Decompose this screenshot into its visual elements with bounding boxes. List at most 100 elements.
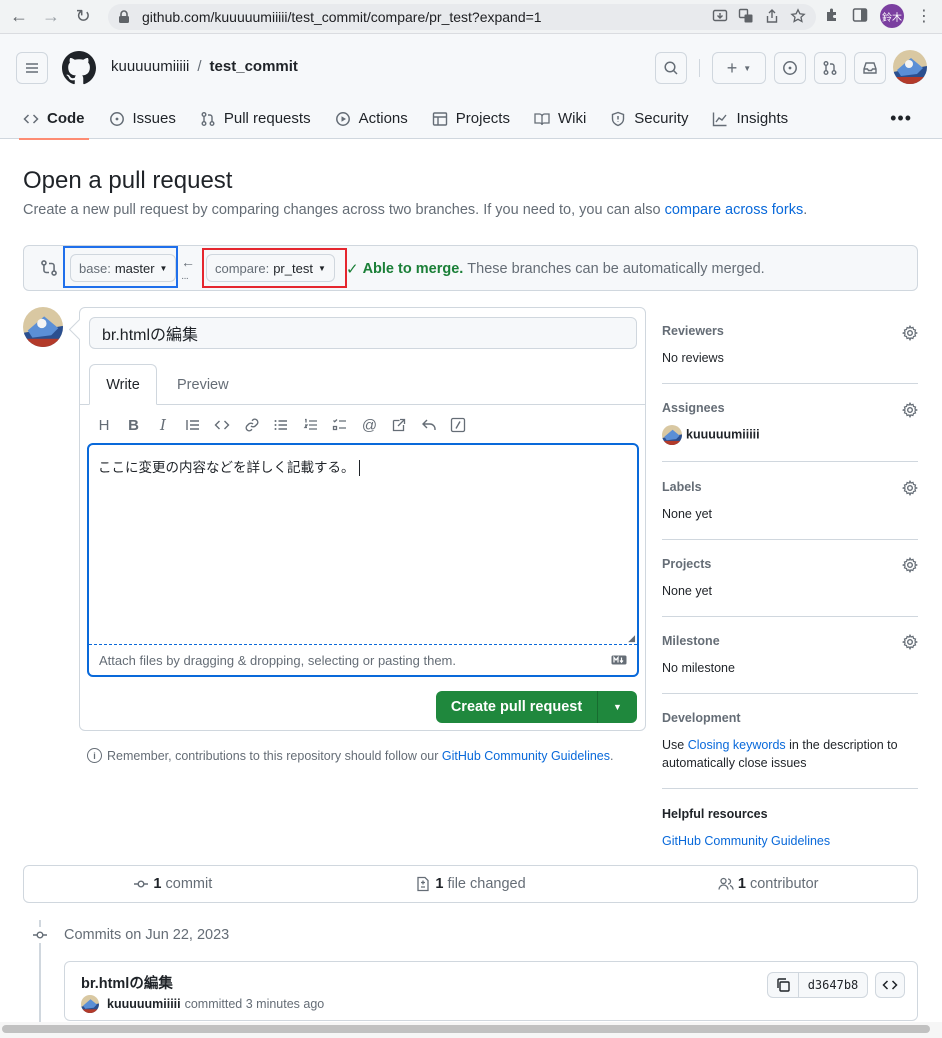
quote-icon[interactable] xyxy=(185,417,201,433)
reload-icon[interactable]: ↻ xyxy=(70,4,96,30)
contributors-stat[interactable]: 1 contributor xyxy=(619,866,917,902)
breadcrumb-owner[interactable]: kuuuuumiiiii xyxy=(111,58,189,75)
projects-heading[interactable]: Projects xyxy=(662,557,711,571)
forward-icon[interactable]: → xyxy=(38,4,64,30)
pull-requests-button[interactable] xyxy=(814,52,846,84)
closing-keywords-link[interactable]: Closing keywords xyxy=(688,738,786,752)
compare-across-forks-link[interactable]: compare across forks xyxy=(665,202,804,218)
base-branch-select[interactable]: base: master ▼ xyxy=(70,254,177,282)
plus-icon: + xyxy=(726,58,738,78)
create-new-button[interactable]: + ▼ xyxy=(712,52,766,84)
tab-projects[interactable]: Projects xyxy=(420,98,522,139)
tab-actions[interactable]: Actions xyxy=(323,98,420,139)
github-community-guidelines-link[interactable]: GitHub Community Guidelines xyxy=(662,834,830,848)
link-icon[interactable] xyxy=(244,417,260,433)
check-icon: ✓ xyxy=(346,261,359,278)
search-button[interactable] xyxy=(655,52,687,84)
italic-icon[interactable]: I xyxy=(155,416,171,434)
menu-button[interactable] xyxy=(16,52,48,84)
breadcrumb-repo[interactable]: test_commit xyxy=(210,58,298,75)
reply-icon[interactable] xyxy=(421,417,437,433)
assignee-entry[interactable]: kuuuuumiiiii xyxy=(662,425,760,445)
arrow-left-icon: ← ··· xyxy=(181,254,195,284)
browse-code-button[interactable] xyxy=(875,972,905,998)
resize-handle-icon[interactable]: ◢ xyxy=(628,633,635,644)
address-bar[interactable]: github.com/kuuuuumiiiii/test_commit/comp… xyxy=(108,4,816,30)
translate-icon[interactable] xyxy=(738,8,754,27)
browser-toolbar: ← → ↻ github.com/kuuuuumiiiii/test_commi… xyxy=(0,0,942,34)
tab-insights-label: Insights xyxy=(736,110,789,127)
assignees-heading[interactable]: Assignees xyxy=(662,401,725,415)
issue-opened-icon xyxy=(783,61,797,75)
create-pull-request-button[interactable]: Create pull request ▼ xyxy=(436,691,637,723)
issues-button[interactable] xyxy=(774,52,806,84)
labels-heading[interactable]: Labels xyxy=(662,480,702,494)
reviewers-section: Reviewers No reviews xyxy=(662,307,918,384)
slash-command-icon[interactable] xyxy=(450,417,466,433)
user-avatar[interactable] xyxy=(893,50,927,84)
tab-issues-label: Issues xyxy=(132,110,176,127)
helpful-resources-section: Helpful resources GitHub Community Guide… xyxy=(662,789,918,859)
commit-sha-button[interactable]: d3647b8 xyxy=(798,972,868,998)
gear-icon[interactable] xyxy=(902,325,918,341)
milestone-value: No milestone xyxy=(662,661,735,675)
milestone-heading[interactable]: Milestone xyxy=(662,634,720,648)
shield-icon xyxy=(610,111,626,127)
tab-code[interactable]: Code xyxy=(11,98,97,140)
tab-pull-requests[interactable]: Pull requests xyxy=(188,98,323,139)
commits-stat[interactable]: 1 commit xyxy=(24,866,322,902)
tab-code-label: Code xyxy=(47,110,85,127)
files-changed-stat[interactable]: 1 file changed xyxy=(322,866,620,902)
ordered-list-icon[interactable] xyxy=(303,417,319,433)
share-icon[interactable] xyxy=(764,8,780,27)
tab-issues[interactable]: Issues xyxy=(97,98,188,139)
inbox-button[interactable] xyxy=(854,52,886,84)
commit-meta: kuuuuumiiiii committed 3 minutes ago xyxy=(81,995,324,1013)
profile-avatar[interactable]: 鈴木 xyxy=(880,4,904,28)
tab-write[interactable]: Write xyxy=(89,364,157,405)
more-vert-icon[interactable]: ⋮ xyxy=(916,6,932,26)
caret-down-icon[interactable]: ▼ xyxy=(597,691,637,723)
unordered-list-icon[interactable] xyxy=(273,417,289,433)
more-tabs-icon[interactable]: ••• xyxy=(890,98,912,139)
github-logo-icon[interactable] xyxy=(62,51,96,85)
pr-title-input[interactable]: br.htmlの編集 xyxy=(89,317,637,349)
development-section: Development Use Closing keywords in the … xyxy=(662,694,918,789)
page-subtitle: Create a new pull request by comparing c… xyxy=(23,202,807,218)
code-icon[interactable] xyxy=(214,417,230,433)
tab-insights[interactable]: Insights xyxy=(700,98,800,139)
page-title: Open a pull request xyxy=(23,167,233,194)
assignee-avatar xyxy=(662,425,682,445)
compare-branch-value: pr_test xyxy=(273,260,313,276)
community-guidelines-link[interactable]: GitHub Community Guidelines xyxy=(442,749,610,763)
tab-pull-requests-label: Pull requests xyxy=(223,110,311,127)
commit-title[interactable]: br.htmlの編集 xyxy=(81,972,173,993)
editor-tabs: Write Preview xyxy=(80,364,645,405)
copy-sha-button[interactable] xyxy=(767,972,799,998)
bookmark-star-icon[interactable] xyxy=(790,8,806,27)
back-icon[interactable]: ← xyxy=(6,4,32,30)
tab-wiki[interactable]: Wiki xyxy=(522,98,598,139)
gear-icon[interactable] xyxy=(902,402,918,418)
install-icon[interactable] xyxy=(712,8,728,27)
gear-icon[interactable] xyxy=(902,480,918,496)
compare-branch-select[interactable]: compare: pr_test ▼ xyxy=(206,254,335,282)
tab-security[interactable]: Security xyxy=(598,98,700,139)
cross-reference-icon[interactable] xyxy=(391,417,407,433)
tab-preview[interactable]: Preview xyxy=(177,364,229,405)
attach-files-area[interactable]: Attach files by dragging & dropping, sel… xyxy=(89,644,637,675)
tab-security-label: Security xyxy=(634,110,689,127)
side-panel-icon[interactable] xyxy=(852,7,868,26)
commit-author[interactable]: kuuuuumiiiii xyxy=(107,997,181,1011)
task-list-icon[interactable] xyxy=(332,417,348,433)
extensions-icon[interactable] xyxy=(824,7,840,26)
book-icon xyxy=(534,111,550,127)
bold-icon[interactable]: B xyxy=(126,417,142,434)
horizontal-scrollbar[interactable] xyxy=(2,1025,930,1033)
gear-icon[interactable] xyxy=(902,634,918,650)
mention-icon[interactable]: @ xyxy=(362,417,378,434)
pr-body-textarea[interactable]: ここに変更の内容などを詳しく記載する。 ◢ Attach files by dr… xyxy=(87,443,639,677)
heading-icon[interactable]: H xyxy=(96,417,112,434)
reviewers-heading[interactable]: Reviewers xyxy=(662,324,724,338)
gear-icon[interactable] xyxy=(902,557,918,573)
